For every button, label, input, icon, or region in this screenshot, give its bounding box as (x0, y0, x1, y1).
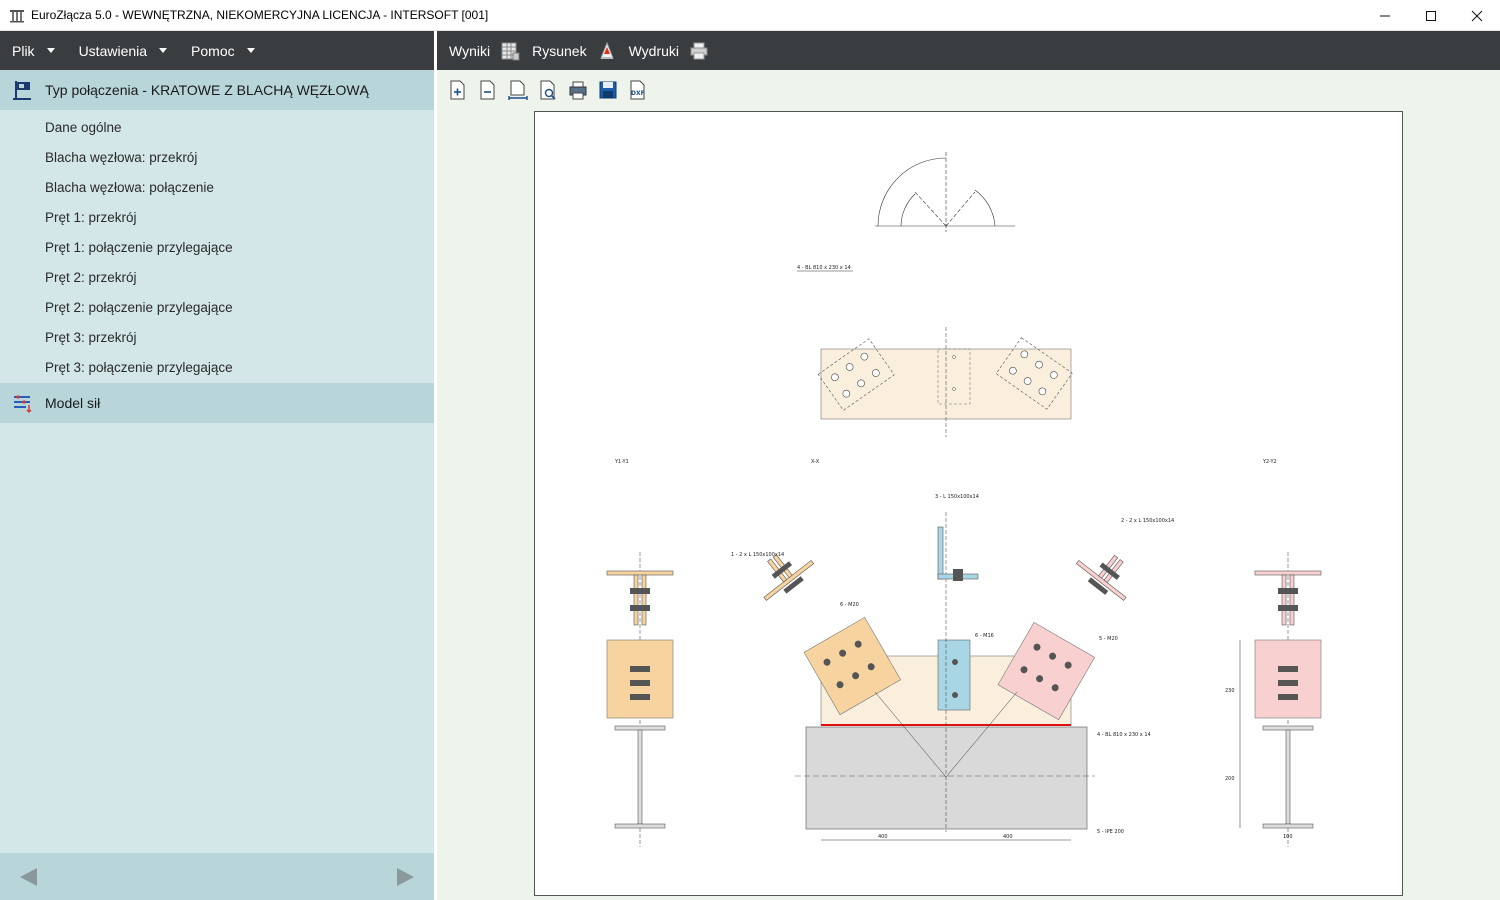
sidebar-nav: Dane ogólne Blacha węzłowa: przekrój Bla… (0, 110, 434, 383)
minimize-button[interactable] (1362, 0, 1408, 31)
maximize-icon (1426, 10, 1436, 21)
flag-icon (13, 81, 31, 100)
sidebar-item-pret1-polaczenie[interactable]: Pręt 1: połączenie przylegające (0, 232, 434, 262)
tab-wydruki[interactable]: Wydruki (629, 41, 709, 61)
drawing-toolbar: DXF (437, 70, 1500, 110)
beam-label: 5 - IPE 200 (1097, 829, 1124, 835)
chevron-down-icon (246, 48, 255, 53)
sidebar-item-pret3-polaczenie[interactable]: Pręt 3: połączenie przylegające (0, 352, 434, 382)
section-x: 1 - 2 x L 150x100x14 2 - 2 x L 150x100x1… (731, 494, 1174, 841)
sidebar-item-blacha-polaczenie[interactable]: Blacha węzłowa: połączenie (0, 172, 434, 202)
zoom-in-icon[interactable] (448, 79, 468, 101)
section-y1 (606, 552, 674, 847)
member3-label: 3 - L 150x100x14 (935, 494, 979, 500)
bolts-label-2: 5 - M20 (1099, 636, 1118, 642)
dim-400-right: 400 (1003, 834, 1013, 840)
dim-100: 100 (1283, 834, 1293, 840)
minimize-icon (1380, 15, 1390, 16)
member1-label: 1 - 2 x L 150x100x14 (731, 552, 784, 558)
menu-pomoc-label: Pomoc (191, 42, 235, 59)
plate-label: 4 - BL 810 x 230 x 14 (797, 265, 851, 271)
printer-icon (690, 42, 708, 59)
bolts-label-3: 6 - M16 (975, 633, 994, 639)
preview-icon[interactable] (538, 79, 558, 101)
tab-rysunek[interactable]: Rysunek (532, 41, 616, 61)
menu-bar: Plik Ustawienia Pomoc (0, 31, 434, 70)
window-titlebar: EuroZłącza 5.0 - WEWNĘTRZNA, NIEKOMERCYJ… (0, 0, 1500, 31)
previous-arrow-icon[interactable] (20, 868, 37, 886)
menu-ustawienia[interactable]: Ustawienia (67, 43, 179, 59)
save-icon[interactable] (598, 79, 618, 101)
bolts-label-1: 6 - M20 (840, 602, 859, 608)
angle-diagram (875, 152, 1015, 232)
menu-ustawienia-label: Ustawienia (78, 42, 148, 59)
sidebar-item-pret1-przekroj[interactable]: Pręt 1: przekrój (0, 202, 434, 232)
sidebar-item-dane-ogolne[interactable]: Dane ogólne (0, 112, 434, 142)
sidebar-item-pret2-polaczenie[interactable]: Pręt 2: połączenie przylegające (0, 292, 434, 322)
close-icon (1471, 10, 1483, 21)
dxf-export-icon[interactable]: DXF (628, 79, 648, 101)
model-sil-label: Model sił (45, 395, 101, 411)
window-title: EuroZłącza 5.0 - WEWNĘTRZNA, NIEKOMERCYJ… (31, 8, 489, 22)
member2-label: 2 - 2 x L 150x100x14 (1121, 518, 1174, 524)
tab-wyniki-label: Wyniki (449, 42, 491, 59)
close-button[interactable] (1454, 0, 1500, 31)
print-icon[interactable] (568, 79, 588, 101)
force-model-icon (14, 395, 32, 413)
chevron-down-icon (46, 48, 55, 53)
app-icon (10, 10, 24, 23)
dxf-label: DXF (631, 90, 645, 97)
drawing-sheet: 4 - BL 810 x 230 x 14 Y1-Y1 X-X Y2-Y2 1 … (534, 111, 1403, 896)
plate-label-2: 4 - BL 810 x 230 x 14 (1097, 732, 1151, 738)
drawing-icon (599, 41, 614, 59)
connection-type-section[interactable]: Typ połączenia - KRATOWE Z BLACHĄ WĘZŁOW… (0, 70, 434, 110)
fit-width-icon[interactable] (508, 79, 528, 101)
menu-plik[interactable]: Plik (0, 43, 67, 59)
view-label-y2: Y2-Y2 (1262, 459, 1277, 465)
menu-plik-label: Plik (12, 42, 35, 59)
model-sil-section[interactable]: Model sił (0, 383, 434, 423)
table-icon (501, 42, 520, 60)
navigation-bar (0, 853, 434, 900)
view-label-y1: Y1-Y1 (614, 459, 629, 465)
next-arrow-icon[interactable] (397, 868, 414, 886)
results-tabs: Wyniki Rysunek Wydruki (437, 31, 1500, 70)
maximize-button[interactable] (1408, 0, 1454, 31)
left-panel: Plik Ustawienia Pomoc Typ połączenia - K… (0, 31, 434, 900)
sidebar-item-blacha-przekroj[interactable]: Blacha węzłowa: przekrój (0, 142, 434, 172)
menu-pomoc[interactable]: Pomoc (179, 43, 267, 59)
tab-wydruki-label: Wydruki (628, 42, 680, 59)
view-label-x: X-X (811, 459, 820, 465)
sidebar-item-pret3-przekroj[interactable]: Pręt 3: przekrój (0, 322, 434, 352)
chevron-down-icon (159, 48, 168, 53)
dim-200: 200 (1225, 776, 1235, 782)
right-panel: Wyniki Rysunek Wydruki DXF 4 - BL 810 x … (437, 31, 1500, 900)
zoom-out-icon[interactable] (478, 79, 498, 101)
technical-drawing: 4 - BL 810 x 230 x 14 Y1-Y1 X-X Y2-Y2 1 … (606, 152, 1322, 847)
section-y2: 230 200 100 (1225, 552, 1322, 847)
plate-top-view (817, 327, 1073, 437)
section-title: Typ połączenia - KRATOWE Z BLACHĄ WĘZŁOW… (45, 82, 369, 98)
dim-230: 230 (1225, 688, 1235, 694)
dim-400-left: 400 (878, 834, 888, 840)
sidebar-item-pret2-przekroj[interactable]: Pręt 2: przekrój (0, 262, 434, 292)
tab-wyniki[interactable]: Wyniki (449, 41, 520, 61)
tab-rysunek-label: Rysunek (532, 42, 587, 59)
